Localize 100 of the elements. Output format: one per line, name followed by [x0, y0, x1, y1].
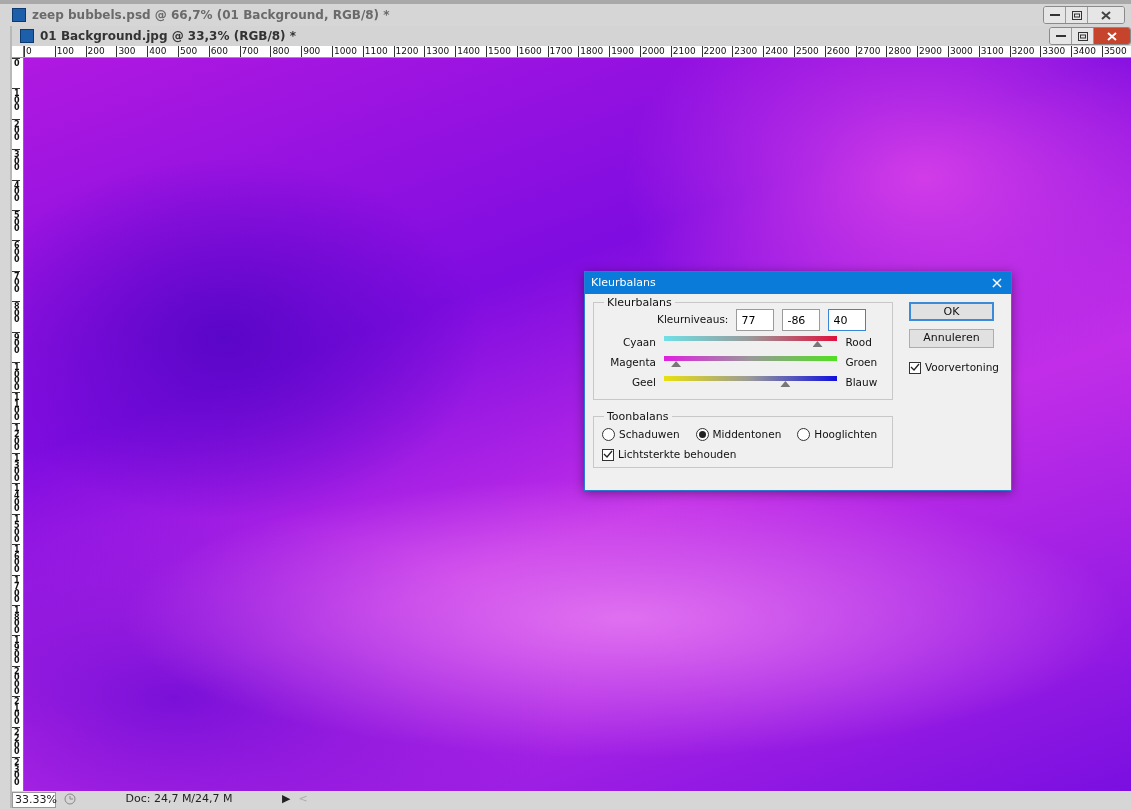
- radio-button[interactable]: [602, 428, 615, 442]
- ruler-label: 300: [116, 46, 148, 57]
- ruler-label: 2000: [12, 665, 20, 697]
- ruler-label: 3200: [1009, 46, 1041, 57]
- document-info: Doc: 24,7 M/24,7 M: [124, 791, 234, 808]
- restore-button[interactable]: [1072, 28, 1094, 44]
- close-button[interactable]: ×: [983, 272, 1011, 294]
- ruler-label: 1300: [12, 453, 20, 484]
- window-title: zeep bubbels.psd @ 66,7% (01 Background, RGB/8) *: [32, 7, 390, 24]
- ruler-label: 1500: [12, 513, 20, 545]
- minimize-icon: [1049, 13, 1060, 17]
- slider-label: Magenta: [609, 355, 656, 370]
- checkbox-label: Lichtsterkte behouden: [618, 446, 737, 462]
- slider-label: Blauw: [845, 375, 879, 390]
- ruler-label: 500: [12, 209, 20, 241]
- minimize-button[interactable]: [1044, 7, 1066, 23]
- zoom-field[interactable]: 33.33%: [12, 791, 56, 808]
- ruler-label: 1800: [12, 605, 20, 636]
- ruler-label: 600: [12, 240, 20, 271]
- ruler-label: 300: [12, 149, 20, 180]
- ruler-label: 1600: [516, 46, 548, 57]
- ruler-label: 0: [12, 58, 20, 89]
- app-icon: [12, 8, 26, 22]
- restore-icon: [1071, 10, 1082, 20]
- checkbox-label: Voorvertoning: [925, 360, 999, 375]
- ruler-label: 3300: [1040, 46, 1072, 57]
- ruler-label: 1500: [485, 46, 517, 57]
- ruler-label: 2000: [639, 46, 671, 57]
- slider-track[interactable]: [663, 355, 838, 367]
- ruler-label: 1900: [12, 635, 20, 666]
- ruler-label: 2300: [732, 46, 764, 57]
- ruler-label: 100: [54, 46, 86, 57]
- ruler-label: 3100: [978, 46, 1010, 57]
- ruler-label: 400: [12, 179, 20, 210]
- ruler-label: 800: [12, 301, 20, 332]
- ruler-label: 1000: [12, 361, 20, 393]
- ruler-label: 800: [270, 46, 302, 57]
- radio-label: Middentonen: [712, 427, 782, 442]
- ruler-label: 700: [239, 46, 271, 57]
- document-icon: [20, 29, 34, 43]
- ruler-label: 2700: [855, 46, 887, 57]
- ruler-label: 1700: [12, 574, 20, 606]
- ruler-label: 1100: [362, 46, 394, 57]
- ruler-label: 400: [147, 46, 178, 57]
- ruler-label: 900: [301, 46, 332, 57]
- minimize-button[interactable]: [1050, 28, 1072, 44]
- ruler-label: 0: [24, 46, 55, 57]
- radio-button[interactable]: [695, 428, 709, 442]
- checkbox[interactable]: [602, 448, 614, 461]
- ruler-label: 2800: [886, 46, 918, 57]
- ruler-label: 3400: [1071, 46, 1102, 57]
- radio-label: Hooglichten: [814, 427, 878, 442]
- ruler-label: 2200: [701, 46, 733, 57]
- ruler-label: 2600: [824, 46, 856, 57]
- close-button[interactable]: [1088, 7, 1124, 23]
- slider-track[interactable]: [663, 375, 838, 387]
- ruler-label: 1700: [547, 46, 579, 57]
- level-field[interactable]: 40: [828, 309, 867, 331]
- ruler-label: 1900: [609, 46, 640, 57]
- ruler-label: 3000: [947, 46, 979, 57]
- document-title: 01 Background.jpg @ 33,3% (RGB/8) *: [40, 28, 297, 45]
- slider-label: Groen: [845, 355, 879, 370]
- slider-label: Rood: [845, 335, 873, 350]
- dialog-button[interactable]: Annuleren: [909, 329, 994, 348]
- slider-thumb[interactable]: [671, 361, 682, 367]
- ruler-label: 200: [85, 46, 117, 57]
- ruler-label: 3500: [1101, 46, 1131, 57]
- ruler-label: 1200: [12, 422, 20, 454]
- ruler-label: 200: [12, 118, 20, 150]
- slider-thumb[interactable]: [780, 381, 791, 387]
- dialog-title: Kleurbalans: [591, 274, 656, 291]
- level-field[interactable]: 77: [736, 309, 775, 331]
- ruler-label: 2300: [12, 757, 20, 788]
- dialog-button[interactable]: OK: [909, 302, 994, 321]
- close-button[interactable]: [1094, 28, 1130, 44]
- restore-button[interactable]: [1066, 7, 1088, 23]
- ruler-label: 1000: [331, 46, 363, 57]
- close-icon: [1107, 31, 1117, 41]
- levels-label: Kleurniveaus:: [657, 312, 729, 328]
- ruler-label: 2100: [12, 696, 20, 727]
- ruler-label: 1300: [424, 46, 456, 57]
- ruler-label: 2900: [917, 46, 948, 57]
- ruler-label: 2200: [12, 726, 20, 757]
- ruler-label: 600: [208, 46, 240, 57]
- ruler-label: 1400: [12, 483, 20, 514]
- ruler-label: 2400: [763, 46, 794, 57]
- slider-thumb[interactable]: [812, 341, 823, 347]
- level-field[interactable]: -86: [782, 309, 821, 331]
- radio-button[interactable]: [797, 428, 811, 442]
- menu-arrow[interactable]: ▶: [282, 791, 291, 808]
- slider-label: Cyaan: [621, 335, 656, 350]
- ruler-label: 500: [178, 46, 209, 57]
- minimize-icon: [1055, 34, 1066, 38]
- ruler-label: 1400: [455, 46, 486, 57]
- checkbox[interactable]: [909, 361, 921, 374]
- ruler-label: 1600: [12, 544, 20, 575]
- ruler-label: 900: [12, 331, 20, 362]
- ruler-label: 2100: [670, 46, 702, 57]
- close-icon: [1101, 10, 1111, 20]
- slider-track[interactable]: [663, 335, 838, 347]
